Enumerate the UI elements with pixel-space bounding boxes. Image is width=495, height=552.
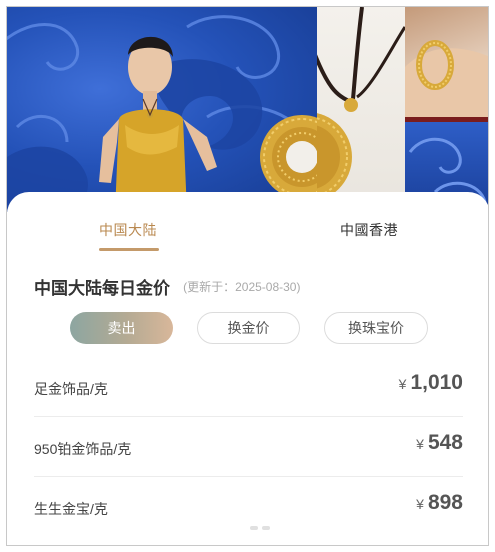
- promo-banner[interactable]: [7, 7, 488, 212]
- tab-mainland[interactable]: 中国大陆: [99, 220, 157, 240]
- bracelet-icon: [405, 40, 488, 117]
- loading-indicator: [250, 515, 274, 534]
- necklace-cord-icon: [317, 7, 405, 201]
- currency-symbol: ¥: [416, 496, 424, 512]
- app-frame: 中国大陆 中國香港 中国大陆每日金价 (更新于：2025-08-30) 卖出 换…: [6, 6, 489, 546]
- tab-hongkong[interactable]: 中國香港: [340, 220, 398, 240]
- filter-sell-button[interactable]: 卖出: [70, 312, 173, 344]
- price-item-name: 生生金宝/克: [34, 501, 108, 517]
- price-amount: 1,010: [410, 371, 463, 394]
- price-value: ¥1,010: [399, 371, 463, 395]
- region-tabs: 中国大陆 中國香港: [7, 192, 488, 252]
- pendant-necklace-photo: [317, 7, 405, 212]
- loading-dot: [250, 526, 258, 530]
- bracelet-photo: [405, 7, 488, 117]
- page-title: 中国大陆每日金价: [34, 279, 170, 298]
- price-row: 生生金宝/克 ¥898: [34, 477, 463, 537]
- title-row: 中国大陆每日金价 (更新于：2025-08-30): [34, 274, 300, 298]
- currency-symbol: ¥: [398, 376, 407, 392]
- price-amount: 898: [427, 491, 463, 514]
- price-row: 950铂金饰品/克 ¥548: [34, 417, 463, 477]
- price-value: ¥548: [416, 431, 463, 455]
- price-row: 足金饰品/克 ¥1,010: [34, 357, 463, 417]
- model-photo: [7, 7, 317, 212]
- updated-date: (更新于：2025-08-30): [183, 280, 301, 294]
- loading-dot: [262, 526, 270, 530]
- price-amount: 548: [427, 431, 463, 454]
- cloud-pattern-icon: [7, 15, 317, 212]
- gold-pendant-icon: [260, 115, 317, 199]
- filter-exchange-gold-button[interactable]: 换金价: [197, 312, 300, 344]
- active-tab-indicator: [99, 248, 159, 251]
- gold-price-card: 中国大陆 中國香港 中国大陆每日金价 (更新于：2025-08-30) 卖出 换…: [7, 192, 488, 545]
- filter-exchange-jewelry-button[interactable]: 换珠宝价: [324, 312, 428, 344]
- currency-symbol: ¥: [416, 436, 424, 452]
- price-item-name: 足金饰品/克: [34, 381, 108, 397]
- price-item-name: 950铂金饰品/克: [34, 441, 132, 457]
- price-value: ¥898: [416, 491, 463, 515]
